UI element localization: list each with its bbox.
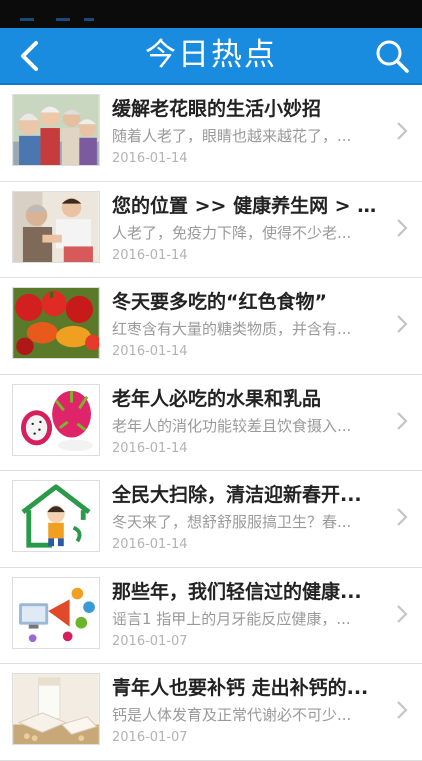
chevron-right-icon (397, 508, 408, 526)
search-icon (376, 40, 409, 73)
news-thumbnail (12, 576, 100, 649)
news-thumbnail (12, 480, 100, 552)
news-summary: 人老了，免疫力下降，使得不少老... (112, 223, 352, 242)
news-thumbnail (12, 190, 100, 263)
status-bar (0, 0, 422, 28)
news-title: 缓解老花眼的生活小妙招 (112, 98, 322, 120)
news-summary: 钙是人体发育及正常代谢必不可少... (112, 706, 352, 724)
news-summary: 谣言1 指甲上的月牙能反应健康，... (112, 609, 351, 628)
page-title: 今日热点 (145, 37, 277, 73)
news-title: 您的位置 >> 健康养生网 > 护... (112, 194, 382, 217)
chevron-right-icon (397, 411, 408, 430)
chevron-right-icon (397, 218, 408, 237)
news-date: 2016-01-07 (112, 633, 188, 649)
news-summary: 随着人老了，眼睛也越来越花了，... (112, 127, 352, 145)
news-item[interactable]: 那些年，我们轻信过的健康... 谣言1 指甲上的月牙能反应健康，... 2016… (0, 568, 422, 664)
news-item[interactable]: 青年人也要补钙 走出补钙的... 钙是人体发育及正常代谢必不可少... 2016… (0, 664, 422, 761)
news-summary: 红枣含有大量的糖类物质，并含有... (112, 320, 352, 338)
news-item[interactable]: 老年人必吃的水果和乳品 老年人的消化功能较差且饮食摄入... 2016-01-1… (0, 375, 422, 471)
app-header: 今日热点 (0, 28, 422, 85)
news-item[interactable]: 冬天要多吃的“红色食物” 红枣含有大量的糖类物质，并含有... 2016-01-… (0, 278, 422, 375)
news-date: 2016-01-14 (112, 344, 188, 359)
news-thumbnail (12, 94, 100, 166)
chevron-left-icon (21, 41, 38, 71)
news-list: 缓解老花眼的生活小妙招 随着人老了，眼睛也越来越花了，... 2016-01-1… (0, 85, 422, 761)
news-title: 冬天要多吃的“红色食物” (112, 291, 327, 313)
chevron-right-icon (397, 604, 408, 623)
news-title: 青年人也要补钙 走出补钙的... (112, 677, 369, 699)
news-summary: 冬天来了，想舒舒服服搞卫生？春... (112, 513, 352, 531)
search-button[interactable] (374, 38, 410, 74)
news-thumbnail (12, 383, 100, 456)
chevron-right-icon (397, 315, 408, 333)
news-item[interactable]: 您的位置 >> 健康养生网 > 护... 人老了，免疫力下降，使得不少老... … (0, 182, 422, 278)
news-thumbnail (12, 673, 100, 745)
news-item[interactable]: 全民大扫除，清洁迎新春开... 冬天来了，想舒舒服服搞卫生？春... 2016-… (0, 471, 422, 568)
chevron-right-icon (397, 122, 408, 140)
status-indicator (20, 18, 34, 21)
news-title: 那些年，我们轻信过的健康... (112, 580, 362, 603)
news-date: 2016-01-14 (112, 537, 188, 552)
status-indicator (84, 18, 94, 21)
news-date: 2016-01-07 (112, 730, 188, 745)
status-indicator (56, 18, 70, 21)
news-date: 2016-01-14 (112, 151, 188, 166)
news-title: 老年人必吃的水果和乳品 (112, 387, 322, 410)
back-button[interactable] (12, 38, 48, 74)
news-title: 全民大扫除，清洁迎新春开... (112, 484, 362, 506)
news-date: 2016-01-14 (112, 247, 188, 263)
news-thumbnail (12, 287, 100, 359)
news-summary: 老年人的消化功能较差且饮食摄入... (112, 416, 352, 435)
chevron-right-icon (397, 701, 408, 719)
news-date: 2016-01-14 (112, 440, 188, 456)
news-item[interactable]: 缓解老花眼的生活小妙招 随着人老了，眼睛也越来越花了，... 2016-01-1… (0, 85, 422, 182)
